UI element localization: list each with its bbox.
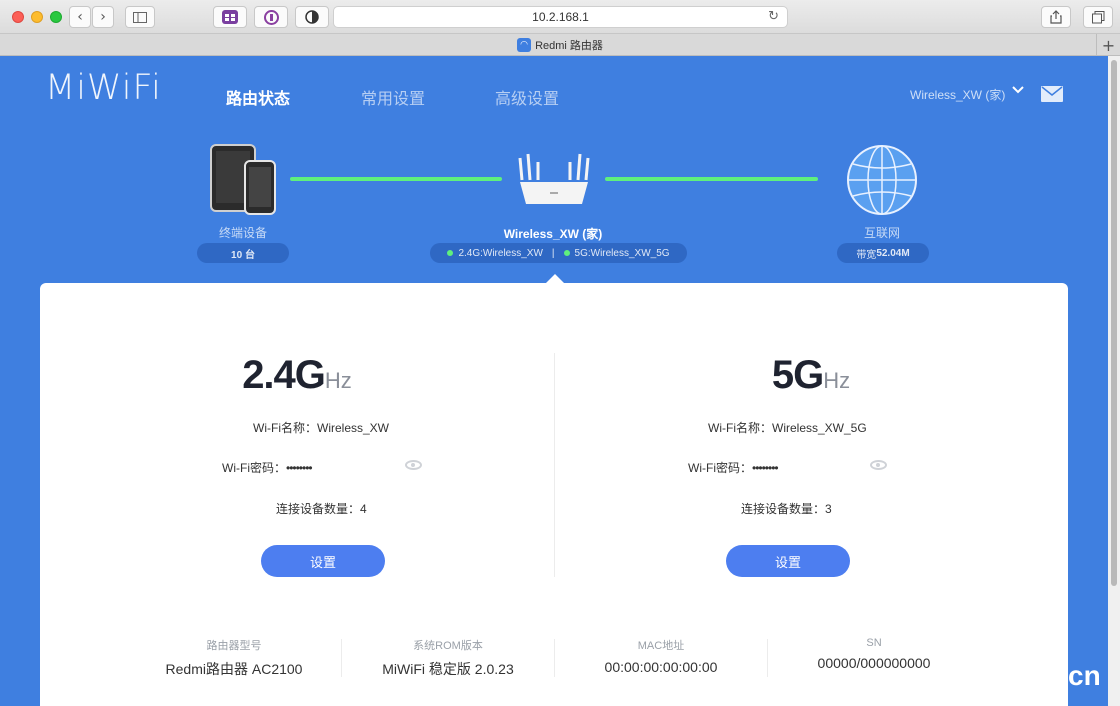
bandwidth-value: 52.04M xyxy=(876,247,910,259)
count-label: 连接设备数量： xyxy=(276,502,361,516)
tabs-overview-button[interactable] xyxy=(1083,6,1113,28)
miwifi-logo[interactable]: MiWiFi xyxy=(45,68,162,108)
info-rom: 系统ROM版本 MiWiFi 稳定版 2.0.23 xyxy=(341,637,555,679)
devices-link-line xyxy=(290,177,502,181)
password-label: Wi-Fi密码： xyxy=(688,461,752,475)
tab-title[interactable]: Redmi 路由器 xyxy=(535,37,603,53)
band-24-count-row: 连接设备数量：4 xyxy=(276,500,367,517)
bandwidth-badge[interactable]: 带宽 52.04M xyxy=(837,243,929,263)
ssid-value: Wireless_XW xyxy=(317,421,390,435)
mail-icon[interactable] xyxy=(1041,86,1063,102)
band-24-panel: 2.4GHz Wi-Fi名称：Wireless_XW Wi-Fi密码：•••••… xyxy=(40,283,554,583)
password-value: •••••••• xyxy=(752,461,779,475)
password-label: Wi-Fi密码： xyxy=(222,461,286,475)
wifi-favicon-icon: ◠ xyxy=(517,37,532,52)
extension-button-3[interactable] xyxy=(295,6,329,28)
band-24-title: 2.4GHz xyxy=(40,353,554,398)
ssid-24: 2.4G:Wireless_XW xyxy=(458,247,543,259)
eye-icon[interactable] xyxy=(870,460,887,470)
info-value: Redmi路由器 AC2100 xyxy=(165,661,303,677)
reload-icon[interactable]: ↻ xyxy=(768,9,779,24)
close-window-button[interactable] xyxy=(12,11,24,23)
band-5-ssid-row: Wi-Fi名称：Wireless_XW_5G xyxy=(708,419,867,436)
info-value: MiWiFi 稳定版 2.0.23 xyxy=(382,661,514,677)
info-value: 00:00:00:00:00:00 xyxy=(604,659,718,675)
onepassword-icon xyxy=(263,9,279,25)
scrollbar[interactable] xyxy=(1108,56,1120,706)
browser-toolbar: ‹ › 10.2.168.1 ↻ xyxy=(0,0,1120,34)
chevron-right-icon: › xyxy=(100,9,106,25)
address-bar[interactable]: 10.2.168.1 ↻ xyxy=(333,6,788,28)
chevron-left-icon: ‹ xyxy=(77,9,83,25)
zoom-window-button[interactable] xyxy=(50,11,62,23)
router-name: Wireless_XW (家) xyxy=(503,227,603,241)
band-5-freq: 5G xyxy=(771,353,824,397)
bandwidth-label: 带宽 xyxy=(856,249,877,261)
info-label: 路由器型号 xyxy=(206,640,262,652)
ssid-badge: 2.4G:Wireless_XW | 5G:Wireless_XW_5G xyxy=(430,243,687,263)
router-icon[interactable] xyxy=(516,150,592,208)
share-button[interactable] xyxy=(1041,6,1071,28)
extension-button-2[interactable] xyxy=(254,6,288,28)
band-5-password-row: Wi-Fi密码：•••••••• xyxy=(688,459,779,476)
band-24-unit: Hz xyxy=(324,368,352,393)
info-sn: SN 00000/000000000 xyxy=(767,637,981,671)
ssid-label: Wi-Fi名称： xyxy=(253,421,317,435)
devices-count-badge[interactable]: 10 台 xyxy=(197,243,289,263)
devices-icon[interactable] xyxy=(208,143,278,217)
forward-button[interactable]: › xyxy=(92,6,114,28)
status-dot-icon xyxy=(447,250,454,256)
band-24-freq: 2.4G xyxy=(242,353,326,397)
devices-count: 10 台 xyxy=(231,249,255,261)
chevron-down-icon[interactable] xyxy=(1012,84,1024,99)
band-5-unit: Hz xyxy=(823,368,851,393)
count-value: 4 xyxy=(360,502,367,516)
privacy-icon xyxy=(305,10,319,24)
info-model: 路由器型号 Redmi路由器 AC2100 xyxy=(127,637,341,679)
nav-router-status[interactable]: 路由状态 xyxy=(226,85,290,109)
ssid-separator: | xyxy=(551,247,555,259)
new-tab-button[interactable]: + xyxy=(1096,34,1120,56)
devices-label: 终端设备 xyxy=(218,226,267,240)
internet-label: 互联网 xyxy=(863,226,900,240)
nav-common-settings[interactable]: 常用设置 xyxy=(361,85,425,109)
info-label: MAC地址 xyxy=(637,640,685,652)
password-value: •••••••• xyxy=(286,461,313,475)
scroll-thumb[interactable] xyxy=(1111,60,1117,586)
band-5-panel: 5GHz Wi-Fi名称：Wireless_XW_5G Wi-Fi密码：••••… xyxy=(554,283,1068,583)
band-5-settings-button[interactable]: 设置 xyxy=(726,545,850,577)
count-label: 连接设备数量： xyxy=(741,502,826,516)
sidebar-icon xyxy=(133,11,147,23)
eye-icon[interactable] xyxy=(405,460,422,470)
tabs-icon xyxy=(1091,10,1104,23)
count-value: 3 xyxy=(825,502,832,516)
tab-bar: ◠ Redmi 路由器 + xyxy=(0,34,1120,56)
ssid-value: Wireless_XW_5G xyxy=(772,421,867,435)
status-dot-icon xyxy=(563,250,570,256)
watermark-text: cn xyxy=(1068,660,1101,691)
back-button[interactable]: ‹ xyxy=(69,6,91,28)
share-icon xyxy=(1050,10,1062,24)
sidebar-button[interactable] xyxy=(125,6,155,28)
band-24-ssid-row: Wi-Fi名称：Wireless_XW xyxy=(253,419,389,436)
extension-button-1[interactable] xyxy=(213,6,247,28)
extension-grid-icon xyxy=(222,10,238,24)
info-label: SN xyxy=(866,637,882,649)
band-5-count-row: 连接设备数量：3 xyxy=(741,500,832,517)
wifi-info-card: 2.4GHz Wi-Fi名称：Wireless_XW Wi-Fi密码：•••••… xyxy=(40,283,1068,706)
internet-link-line xyxy=(605,177,818,181)
ssid-label: Wi-Fi名称： xyxy=(708,421,772,435)
ssid-5: 5G:Wireless_XW_5G xyxy=(574,247,670,259)
globe-icon[interactable] xyxy=(846,144,918,216)
info-mac: MAC地址 00:00:00:00:00:00 xyxy=(554,637,768,675)
info-value: 00000/000000000 xyxy=(817,655,931,671)
band-24-settings-button[interactable]: 设置 xyxy=(261,545,385,577)
minimize-window-button[interactable] xyxy=(31,11,43,23)
nav-advanced-settings[interactable]: 高级设置 xyxy=(495,85,559,109)
url-text: 10.2.168.1 xyxy=(532,10,589,24)
band-24-password-row: Wi-Fi密码：•••••••• xyxy=(222,459,313,476)
account-menu[interactable]: Wireless_XW (家) xyxy=(910,86,1005,103)
info-label: 系统ROM版本 xyxy=(413,640,483,652)
band-5-title: 5GHz xyxy=(554,353,1068,398)
